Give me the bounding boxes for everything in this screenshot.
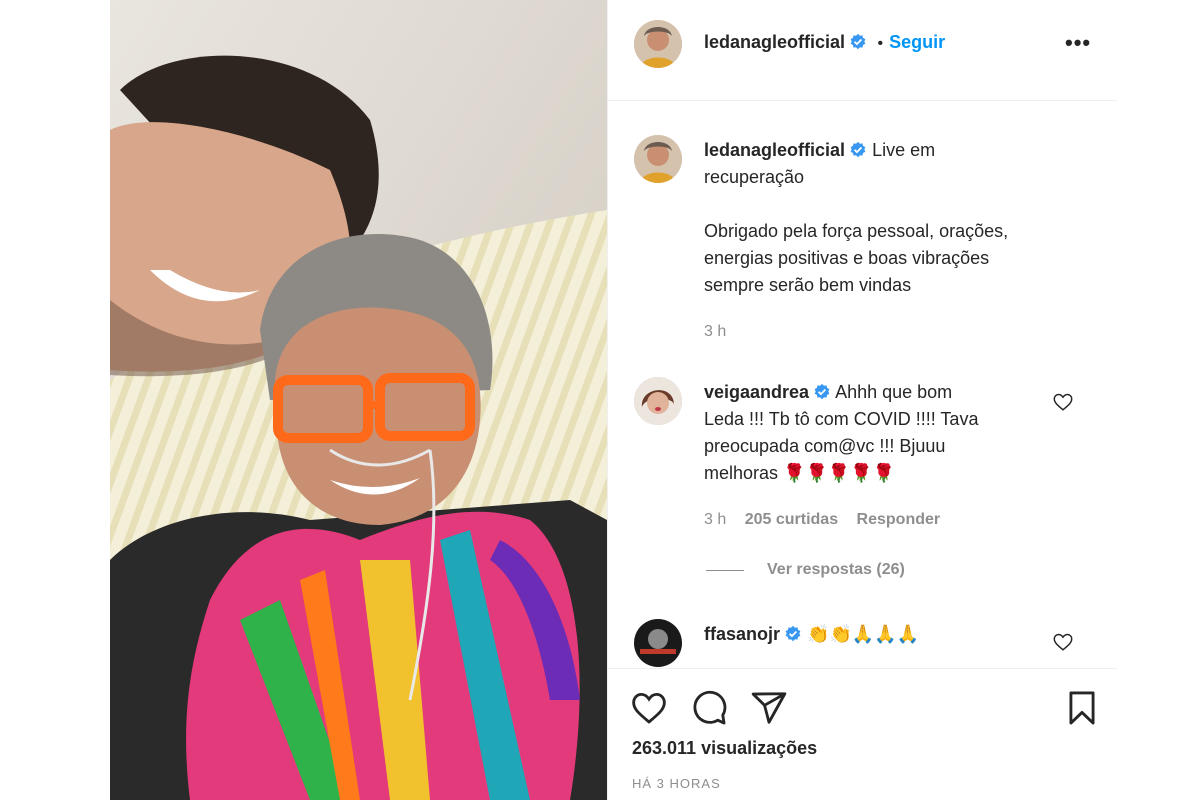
avatar-image: [634, 377, 682, 425]
comment-text: 👏👏🙏🙏🙏: [807, 624, 920, 644]
caption-time[interactable]: 3 h: [704, 323, 726, 341]
verified-badge-icon: [785, 625, 801, 642]
caption-body-line: Obrigado pela força pessoal, orações,: [704, 221, 1009, 241]
verified-badge-icon: [850, 141, 866, 158]
comment-meta: 3 h 205 curtidas Responder: [704, 511, 940, 529]
caption-body-line: sempre serão bem vindas: [704, 275, 912, 295]
comment-username[interactable]: ffasanojr: [704, 624, 780, 644]
comment: ffasanojr 👏👏🙏🙏🙏: [704, 621, 1054, 648]
caption-text-line1: Live em: [872, 140, 936, 160]
avatar-image: [634, 619, 682, 667]
post-username[interactable]: ledanagleofficial: [704, 32, 845, 52]
selfie-image: [110, 0, 607, 800]
header-user-row: ledanagleofficial • Seguir: [704, 32, 945, 53]
follow-button[interactable]: Seguir: [889, 32, 945, 52]
comments-section[interactable]: ledanagleofficial Live em recuperação Ob…: [608, 101, 1117, 667]
comment-username[interactable]: veigaandrea: [704, 382, 809, 402]
caption-body-line: energias positivas e boas vibrações: [704, 248, 990, 268]
caption-username[interactable]: ledanagleofficial: [704, 140, 845, 160]
comment-like-heart-icon[interactable]: [1052, 391, 1074, 413]
separator-dot: •: [877, 35, 884, 52]
caption-text-line2: recuperação: [704, 167, 805, 187]
bookmark-icon[interactable]: [1063, 689, 1101, 727]
caption: ledanagleofficial Live em recuperação Ob…: [704, 137, 1084, 299]
post-header: ledanagleofficial • Seguir •••: [608, 0, 1117, 101]
view-replies-button[interactable]: Ver respostas (26): [767, 561, 905, 579]
replies-divider: [706, 570, 744, 571]
comment-time[interactable]: 3 h: [704, 511, 726, 528]
instagram-post: ledanagleofficial • Seguir ••• ledanagleo…: [110, 0, 1117, 800]
comment-text-line: Ahhh que bom: [835, 382, 953, 402]
comment-likes[interactable]: 205 curtidas: [745, 511, 838, 528]
post-side-panel: ledanagleofficial • Seguir ••• ledanagleo…: [607, 0, 1117, 800]
caption-avatar[interactable]: [634, 135, 682, 183]
comment-text-line: preocupada com@vc !!! Bjuuu: [704, 436, 946, 456]
share-icon[interactable]: [750, 689, 788, 727]
verified-badge-icon: [814, 383, 830, 400]
comment-text-line: melhoras 🌹🌹🌹🌹🌹: [704, 463, 896, 483]
avatar-image: [634, 20, 682, 68]
comment-avatar[interactable]: [634, 619, 682, 667]
comment-like-heart-icon[interactable]: [1052, 631, 1074, 653]
post-timestamp[interactable]: HÁ 3 HORAS: [632, 776, 721, 791]
comment-icon[interactable]: [690, 689, 728, 727]
comment: veigaandrea Ahhh que bom Leda !!! Tb tô …: [704, 379, 1054, 487]
post-photo[interactable]: [110, 0, 607, 800]
verified-badge-icon: [850, 33, 866, 50]
views-count[interactable]: 263.011 visualizações: [632, 738, 817, 759]
more-options-icon[interactable]: •••: [1065, 30, 1091, 56]
comment-text-line: Leda !!! Tb tô com COVID !!!! Tava: [704, 409, 979, 429]
avatar[interactable]: [634, 20, 682, 68]
avatar-image: [634, 135, 682, 183]
reply-button[interactable]: Responder: [857, 511, 941, 528]
heart-icon[interactable]: [630, 689, 668, 727]
comment-avatar[interactable]: [634, 377, 682, 425]
